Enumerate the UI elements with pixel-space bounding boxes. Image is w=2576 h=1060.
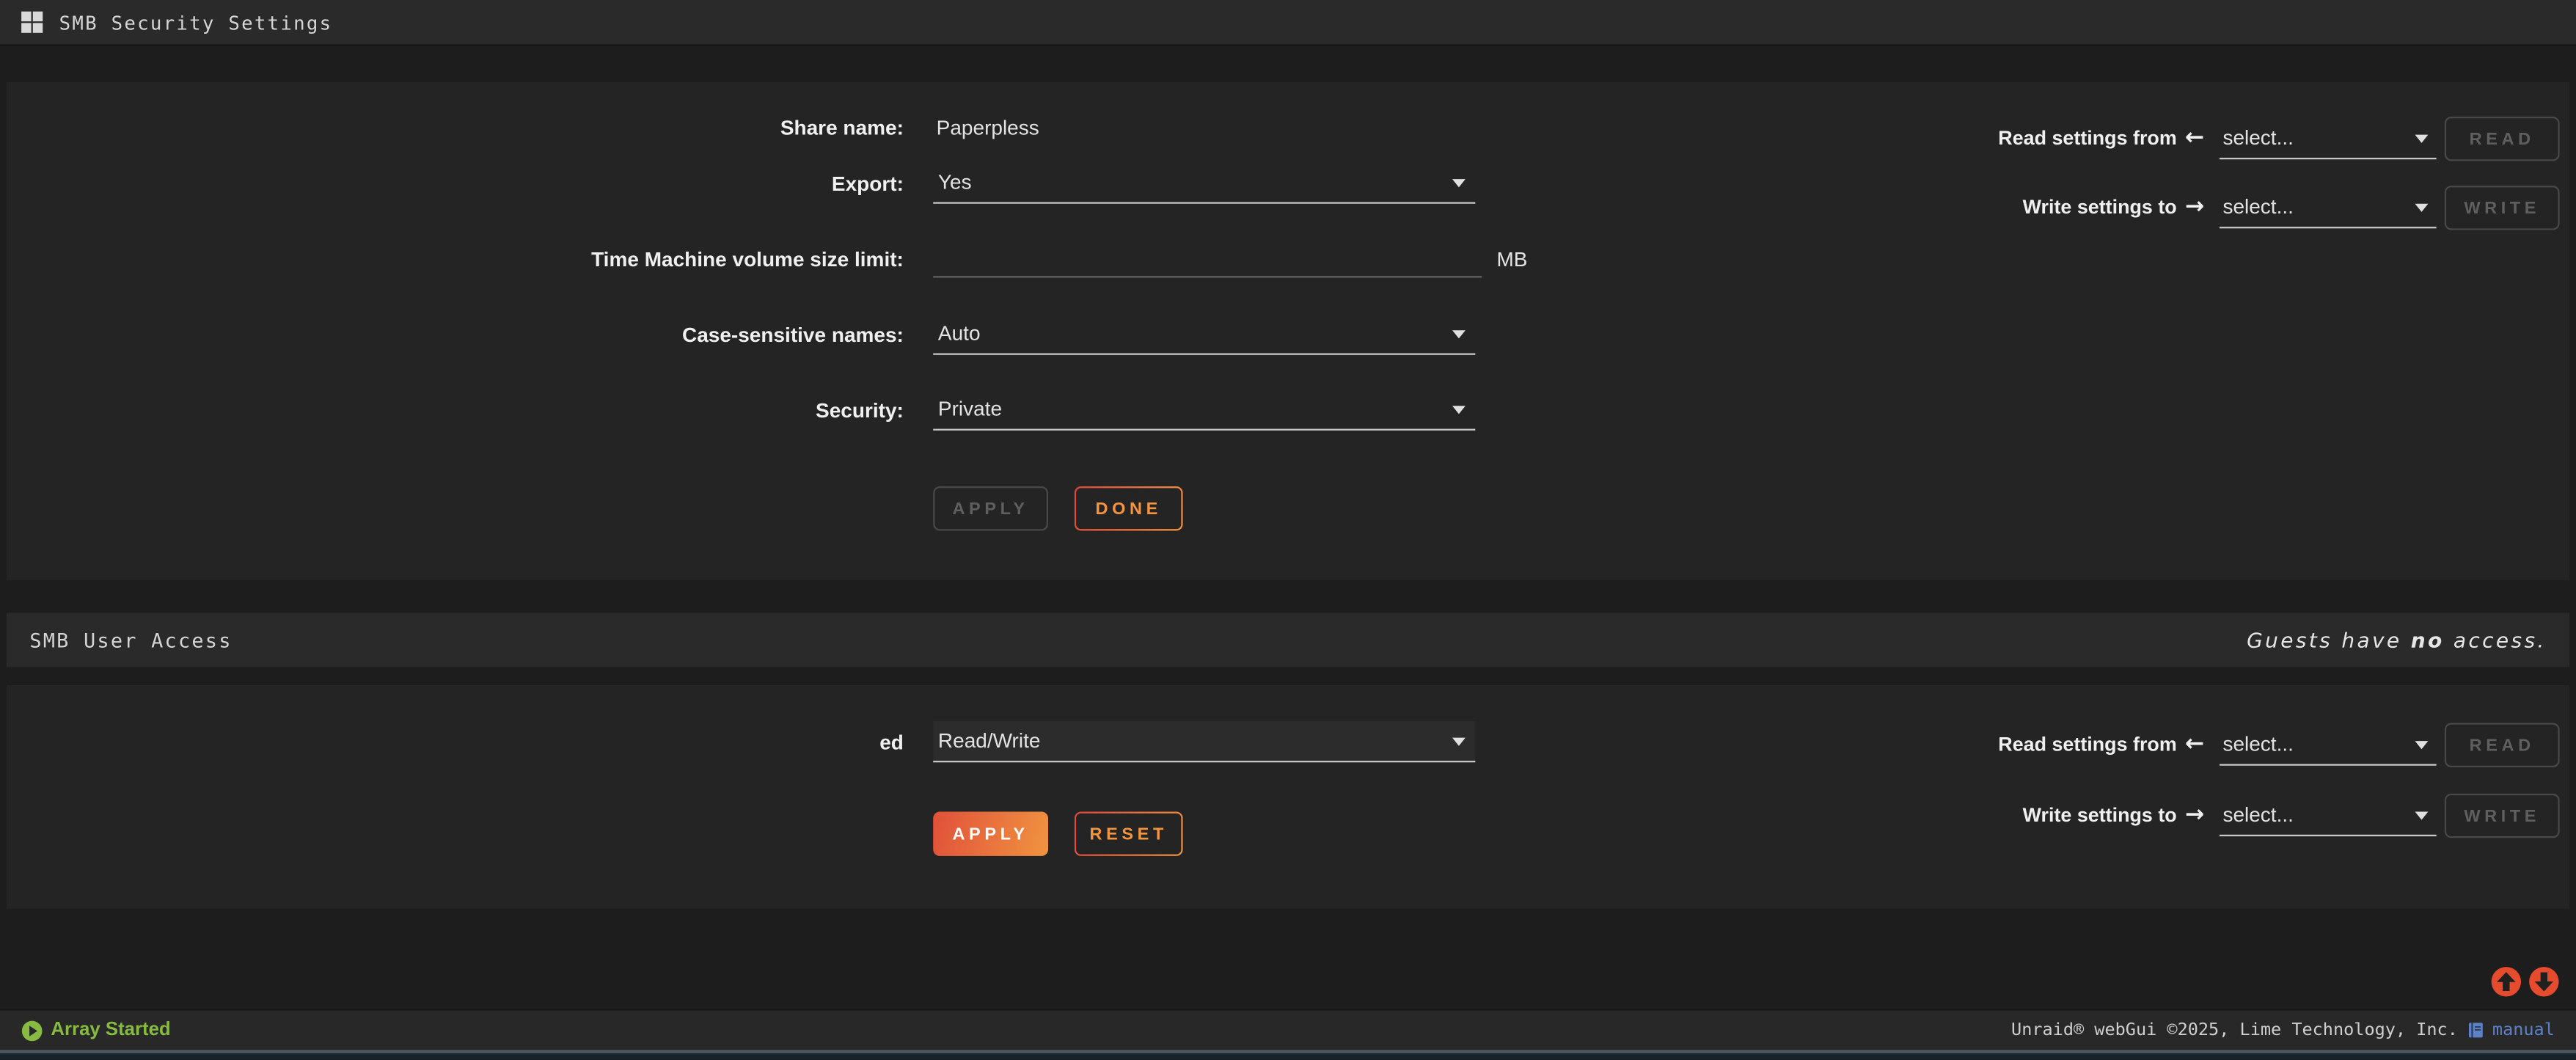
apply-button[interactable]: APPLY	[933, 486, 1048, 530]
write-button[interactable]: WRITE	[2445, 186, 2560, 230]
read-source-select-value: select...	[2222, 126, 2293, 149]
share-name-value: Paperpless	[933, 107, 1039, 150]
user-access-select[interactable]: Read/Write	[933, 721, 1475, 762]
export-select[interactable]: Yes	[933, 163, 1475, 204]
arrow-right-icon: →	[2185, 794, 2211, 838]
manual-link-text: manual	[2492, 1020, 2555, 1040]
security-label: Security:	[7, 390, 904, 432]
done-button[interactable]: DONE	[1075, 486, 1183, 530]
write-target-select-value: select...	[2222, 196, 2293, 219]
copyright-text: Unraid® webGui ©2025, Lime Technology, I…	[2011, 1020, 2458, 1040]
chevron-down-icon	[2415, 740, 2429, 748]
guests-access-note: Guests have no access.	[2247, 628, 2547, 653]
user-name-label: ed	[7, 721, 904, 764]
read-source-select[interactable]: select...	[2220, 118, 2437, 159]
read-settings-label: Read settings from	[1748, 117, 2177, 161]
reset-button[interactable]: RESET	[1075, 811, 1183, 855]
scroll-top-button[interactable]	[2491, 966, 2522, 998]
arrow-left-icon: ←	[2185, 117, 2211, 161]
case-sensitive-select-value: Auto	[938, 322, 981, 345]
security-select-value: Private	[938, 398, 1002, 420]
write-target-select[interactable]: select...	[2220, 795, 2437, 836]
read-source-select[interactable]: select...	[2220, 725, 2437, 766]
chevron-down-icon	[1452, 405, 1466, 413]
bottom-edge-strip	[0, 1050, 2576, 1059]
share-name-label: Share name:	[7, 107, 904, 150]
footer-bar: Array Started Unraid® webGui ©2025, Lime…	[0, 1009, 2576, 1050]
chevron-down-icon	[1452, 737, 1466, 745]
user-access-select-value: Read/Write	[938, 729, 1041, 752]
chevron-down-icon	[1452, 329, 1466, 337]
write-target-select-value: select...	[2222, 803, 2293, 826]
array-status: Array Started	[21, 1020, 171, 1041]
read-button[interactable]: READ	[2445, 723, 2560, 767]
write-button[interactable]: WRITE	[2445, 794, 2560, 838]
mb-unit-label: MB	[1496, 238, 1527, 281]
time-machine-row: Time Machine volume size limit: MB	[7, 238, 2569, 281]
case-sensitive-label: Case-sensitive names:	[7, 314, 904, 357]
manual-link[interactable]: manual	[2466, 1020, 2555, 1040]
read-button[interactable]: READ	[2445, 117, 2560, 161]
smb-user-access-panel: ed Read/Write APPLY RESET Read settings …	[7, 685, 2569, 909]
read-settings-label: Read settings from	[1748, 723, 2177, 767]
chevron-down-icon	[2415, 811, 2429, 819]
book-icon	[2466, 1020, 2486, 1040]
smb-security-panel: Share name: Paperpless Export: Yes Time …	[7, 82, 2569, 580]
scroll-bottom-button[interactable]	[2528, 966, 2560, 998]
chevron-down-icon	[2415, 203, 2429, 211]
page-header: SMB Security Settings	[0, 0, 2576, 46]
windows-icon	[21, 12, 43, 33]
security-select[interactable]: Private	[933, 390, 1475, 431]
array-status-text: Array Started	[51, 1020, 170, 1040]
write-target-select[interactable]: select...	[2220, 187, 2437, 228]
arrow-right-icon: →	[2185, 186, 2211, 230]
footer-right: Unraid® webGui ©2025, Lime Technology, I…	[2011, 1020, 2555, 1040]
export-select-value: Yes	[938, 171, 972, 194]
case-sensitive-select[interactable]: Auto	[933, 314, 1475, 355]
arrow-left-icon: ←	[2185, 723, 2211, 767]
time-machine-label: Time Machine volume size limit:	[7, 238, 904, 281]
scroll-shortcuts	[2491, 966, 2560, 998]
section-title: SMB User Access	[29, 629, 232, 651]
time-machine-limit-input[interactable]	[933, 238, 1482, 278]
apply-button[interactable]: APPLY	[933, 811, 1048, 855]
page-title: SMB Security Settings	[59, 11, 333, 34]
write-settings-label: Write settings to	[1748, 186, 2177, 230]
export-label: Export:	[7, 163, 904, 205]
smb-user-access-header: SMB User Access Guests have no access.	[7, 613, 2569, 667]
write-settings-label: Write settings to	[1748, 794, 2177, 838]
play-circle-icon	[21, 1020, 43, 1041]
smb-security-settings-page: SMB Security Settings Share name: Paperp…	[0, 0, 2576, 1059]
chevron-down-icon	[1452, 178, 1466, 186]
chevron-down-icon	[2415, 134, 2429, 142]
form-buttons-row: APPLY DONE	[7, 486, 2569, 533]
case-sensitive-row: Case-sensitive names: Auto	[7, 314, 2569, 357]
read-source-select-value: select...	[2222, 733, 2293, 756]
security-row: Security: Private	[7, 390, 2569, 432]
